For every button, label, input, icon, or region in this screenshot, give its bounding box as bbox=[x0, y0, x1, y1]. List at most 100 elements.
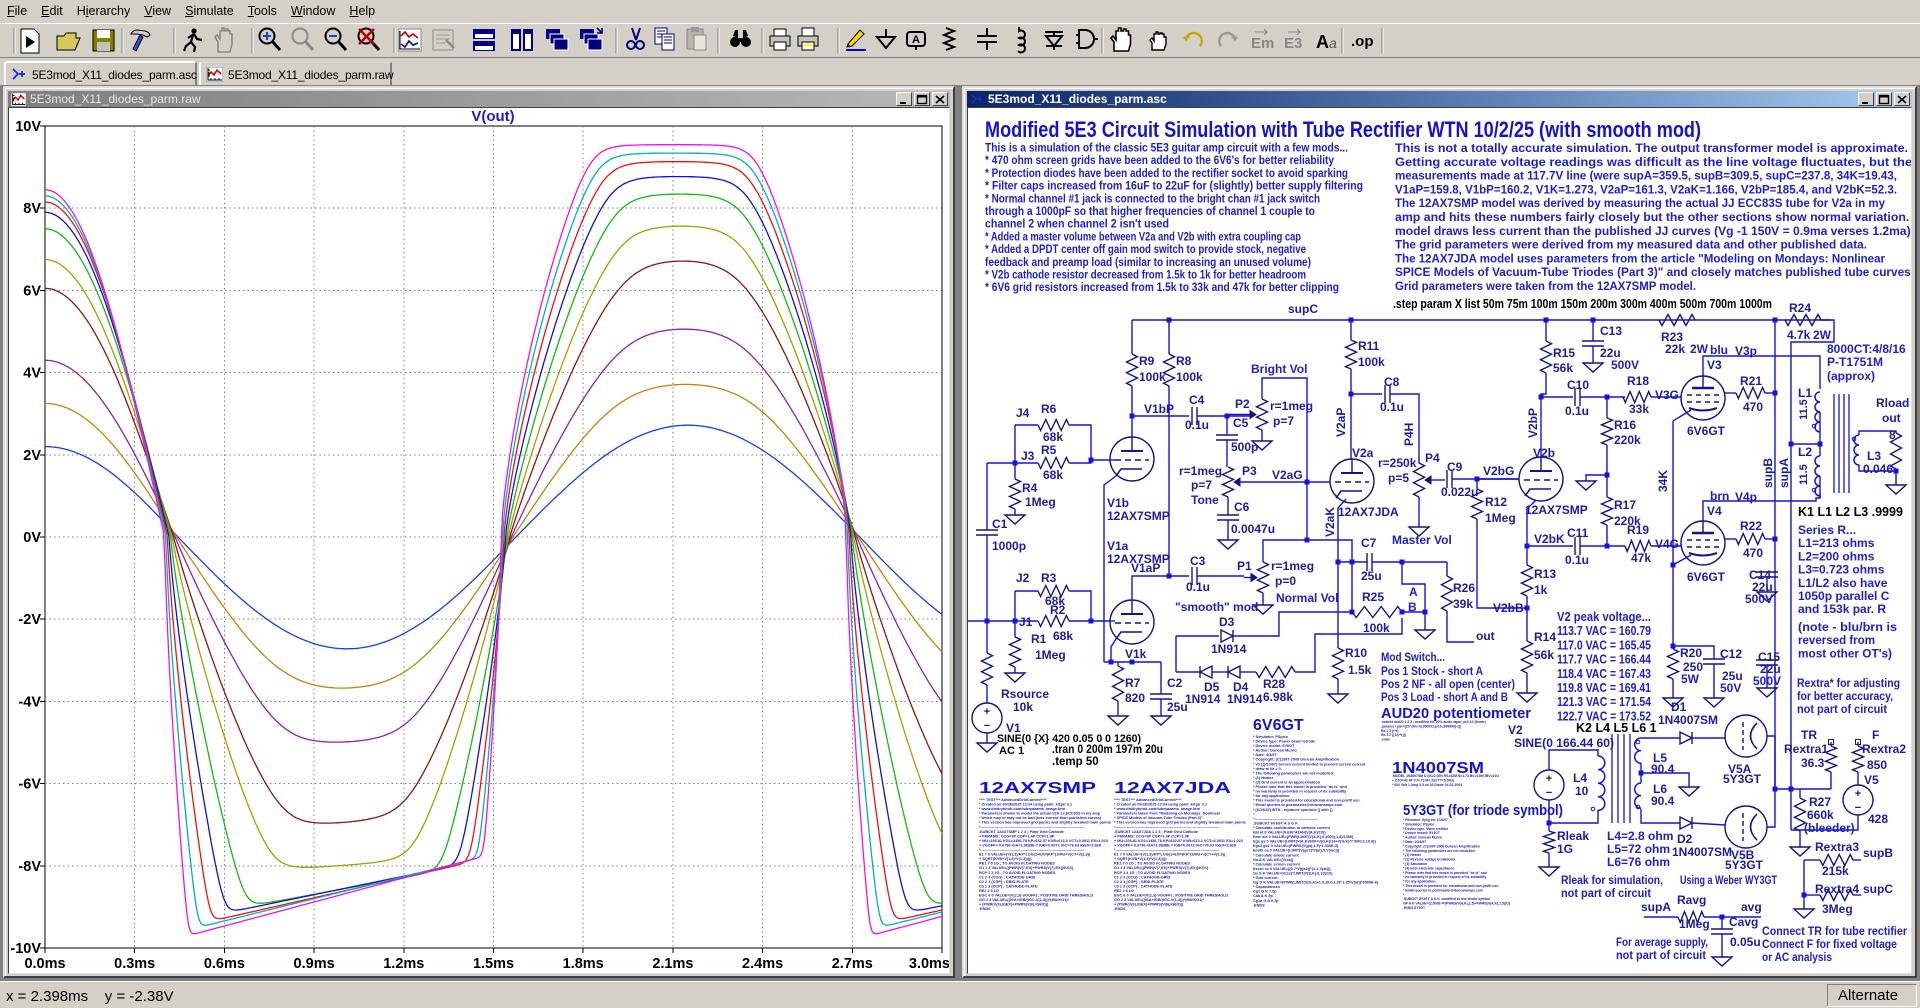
svg-text:* draw at Va = 0.: * draw at Va = 0. bbox=[1253, 767, 1282, 771]
svg-text:90.4: 90.4 bbox=[1651, 762, 1675, 776]
svg-text:Egs gs 0 VALUE={LIMIT(V(A,K): Egs gs 0 VALUE={LIMIT(V(A,K)/600+V(G,K)/… bbox=[1253, 840, 1376, 844]
svg-text:L1/L2 also have: L1/L2 also have bbox=[1798, 576, 1888, 590]
svg-text:J3: J3 bbox=[1021, 449, 1035, 463]
svg-text:+ PARAMS: CCG=3P CGP=1.4P CCP: + PARAMS: CCG=3P CGP=1.4P CCP=1.9P bbox=[1114, 834, 1190, 838]
svg-text:SINE(0 166.44 60): SINE(0 166.44 60) bbox=[1514, 736, 1614, 750]
svg-text:-6V: -6V bbox=[18, 777, 41, 793]
svg-text:215k: 215k bbox=[1822, 864, 1849, 878]
svg-text:supC: supC bbox=[1863, 882, 1893, 896]
svg-text:reversed from: reversed from bbox=[1798, 633, 1875, 647]
svg-text:2W: 2W bbox=[1690, 342, 1709, 356]
svg-text:+ VGOFF=-0.6796 IGA=1.9838E-7: + VGOFF=-0.6796 IGA=1.9838E-7 IGB=0.0672… bbox=[979, 844, 1101, 848]
svg-text:+ PARAMS: CCG=3P CGP=1.4P CCP: + PARAMS: CCG=3P CGP=1.4P CCP=1.9P bbox=[979, 834, 1055, 838]
svg-text:1Meg: 1Meg bbox=[1485, 511, 1516, 525]
svg-text:Getting accurate voltage readi: Getting accurate voltage readings was di… bbox=[1395, 157, 1912, 169]
svg-text:RE1 7 0 1G ; TO AVOID FLOATI: RE1 7 0 1G ; TO AVOID FLOATING NODES bbox=[979, 862, 1055, 866]
svg-text:Em: Em bbox=[1251, 35, 1274, 52]
svg-text:Pos 3 Load - short A and B: Pos 3 Load - short A and B bbox=[1381, 690, 1508, 704]
svg-text:and 153k par. R: and 153k par. R bbox=[1798, 602, 1886, 616]
svg-text:Rleak for simulation,: Rleak for simulation, bbox=[1561, 873, 1663, 887]
svg-text:5W: 5W bbox=[1681, 672, 1700, 686]
svg-text:1000p: 1000p bbox=[992, 539, 1026, 553]
svg-text:R9: R9 bbox=[1139, 354, 1155, 368]
svg-text:V5: V5 bbox=[1864, 773, 1879, 787]
svg-text:R18: R18 bbox=[1627, 374, 1649, 388]
svg-text:R16: R16 bbox=[1614, 418, 1636, 432]
svg-text:* Simulator: PSpice: * Simulator: PSpice bbox=[1403, 822, 1434, 826]
svg-text:R4: R4 bbox=[1022, 481, 1038, 495]
svg-text:1G: 1G bbox=[1557, 842, 1573, 856]
svg-text:supA: supA bbox=[1777, 458, 1791, 488]
svg-text:33k: 33k bbox=[1629, 402, 1649, 416]
svg-text:.SUBCKT 12AX7JDA 1 2 3 ; Plat: .SUBCKT 12AX7JDA 1 2 3 ; Plate Grid Cath… bbox=[1114, 830, 1198, 834]
svg-text:P3: P3 bbox=[1242, 464, 1257, 478]
svg-text:12AX7SMP: 12AX7SMP bbox=[979, 780, 1096, 797]
svg-text:* Please note that this model: * Please note that this model is provide… bbox=[1403, 871, 1487, 875]
svg-text:0.6ms: 0.6ms bbox=[204, 956, 245, 972]
svg-text:R27: R27 bbox=[1809, 795, 1831, 809]
svg-text:V2aK: V2aK bbox=[1323, 507, 1337, 537]
svg-text:V1k: V1k bbox=[1125, 647, 1147, 661]
svg-text:D3: D3 bbox=[1219, 615, 1235, 629]
svg-text:channel 2 when channel 2 isn't: channel 2 when channel 2 isn't used bbox=[985, 219, 1169, 231]
svg-text:* Created on 09/28/2025 13:04: * Created on 09/28/2025 13:04 using pain… bbox=[1114, 803, 1207, 807]
svg-text:68k: 68k bbox=[1043, 468, 1063, 482]
svg-text:1k: 1k bbox=[1534, 583, 1548, 597]
svg-text:* V2 [Q/10/97] Screen current: * V2 [Q/10/97] Screen current limited to… bbox=[1253, 762, 1366, 766]
svg-text:Ecath ca 0 VALUE={LIMIT(V(gs2: Ecath ca 0 VALUE={LIMIT(V(gs2)*V(at),0,V… bbox=[1253, 849, 1340, 853]
svg-text:25u: 25u bbox=[1361, 569, 1382, 583]
svg-text:C2 2 1 {CGP} ; GRID-PLATE: C2 2 1 {CGP} ; GRID-PLATE bbox=[979, 880, 1029, 884]
svg-text:R10: R10 bbox=[1345, 646, 1367, 660]
svg-text:model draws less current than: model draws less current than the publis… bbox=[1395, 226, 1912, 238]
svg-text:L1=213 ohms: L1=213 ohms bbox=[1798, 536, 1875, 550]
svg-text:+ CJO=42.4P VJ=.73 M=.333 TT=5: + CJO=42.4P VJ=.73 M=.333 TT=5.04U) bbox=[1392, 778, 1454, 782]
svg-text:A: A bbox=[1409, 585, 1418, 599]
svg-text:C3 1 3 {CCP} ; CATHODE-PLATE: C3 1 3 {CCP} ; CATHODE-PLATE bbox=[979, 884, 1038, 888]
svg-text:.op: .op bbox=[1351, 33, 1374, 50]
svg-text:Pos 1 Stock - short A: Pos 1 Stock - short A bbox=[1381, 664, 1483, 678]
svg-text:Bright Vol: Bright Vol bbox=[1251, 362, 1307, 376]
svg-text:+ (PWR(V(6),IGEX)+PWRS(V(6),IG: + (PWR(V(6),IGEX)+PWRS(V(6),IGEX))} bbox=[979, 903, 1049, 907]
svg-text:* Filter caps increased from 1: * Filter caps increased from 16uF to 22u… bbox=[985, 181, 1363, 193]
svg-text:-10V: -10V bbox=[10, 941, 41, 957]
svg-text:* Author: Duncan Munro: * Author: Duncan Munro bbox=[1403, 836, 1442, 840]
svg-text:* Parameters shown to model th: * Parameters shown to model the actual V… bbox=[979, 812, 1101, 816]
svg-text:L5=72 ohm: L5=72 ohm bbox=[1607, 842, 1670, 856]
svg-text:* 6V6 grid resistors increased: * 6V6 grid resistors increased from 1.5k… bbox=[985, 282, 1339, 294]
svg-text:most other OT's): most other OT's) bbox=[1798, 646, 1892, 660]
svg-text:1.5ms: 1.5ms bbox=[473, 956, 514, 972]
svg-text:K2 L4 L5 L6 1: K2 L4 L5 L6 1 bbox=[1576, 721, 1657, 735]
svg-text:* Please note that this model: * Please note that this model is provide… bbox=[1253, 785, 1348, 789]
svg-text:Gg G K VALUE={PWR(LIMIT(V(: Gg G K VALUE={PWR(LIMIT(V(G,K)+1.0,10.0,… bbox=[1253, 881, 1379, 885]
svg-text:RCP 1 3 1G ; TO AVOID FLOATI: RCP 1 3 1G ; TO AVOID FLOATING NODES bbox=[1114, 871, 1191, 875]
svg-text:C3 1 3 {CCP} ; CATHODE-PLATE: C3 1 3 {CCP} ; CATHODE-PLATE bbox=[1114, 884, 1173, 888]
svg-text:V2bG: V2bG bbox=[1483, 464, 1514, 478]
svg-text:R5: R5 bbox=[1041, 443, 1057, 457]
svg-text:34K: 34K bbox=[1656, 470, 1670, 492]
svg-text:supB: supB bbox=[1863, 846, 1893, 860]
svg-text:R3: R3 bbox=[1041, 571, 1057, 585]
svg-text:V3p: V3p bbox=[1735, 344, 1757, 358]
svg-text:Master Vol: Master Vol bbox=[1392, 533, 1452, 547]
svg-text:100k: 100k bbox=[1358, 355, 1385, 369]
svg-text:The 12AX7SMP model was derived: The 12AX7SMP model was derived by measur… bbox=[1395, 198, 1886, 210]
svg-text:EGC 6 0 VALUE={V(2,3)-VGOFF} ;: EGC 6 0 VALUE={V(2,3)-VGOFF} ; POSITIVE … bbox=[1114, 894, 1228, 898]
svg-text:6V6GT: 6V6GT bbox=[1687, 424, 1726, 438]
svg-text:Normal Vol: Normal Vol bbox=[1276, 591, 1338, 605]
svg-text:Rload: Rload bbox=[1876, 396, 1909, 410]
svg-text:* Copyright: (C)1997-2008: * Copyright: (C)1997-2008 Duncan Amplifi… bbox=[1253, 758, 1340, 762]
svg-text:p=0: p=0 bbox=[1275, 574, 1296, 588]
svg-text:6.98k: 6.98k bbox=[1263, 690, 1293, 704]
svg-text:p=5: p=5 bbox=[1388, 471, 1409, 485]
svg-text:0.046: 0.046 bbox=[1863, 462, 1893, 476]
svg-text:avg: avg bbox=[1741, 900, 1762, 914]
svg-text:for better accuracy,: for better accuracy, bbox=[1797, 689, 1893, 703]
svg-text:Cak A K 9p: Cak A K 9p bbox=[1253, 894, 1273, 898]
svg-text:For average supply,: For average supply, bbox=[1616, 935, 1708, 949]
svg-text:* Device type: Power beam te: * Device type: Power beam tetrode bbox=[1253, 740, 1315, 744]
svg-text:2.4ms: 2.4ms bbox=[742, 956, 783, 972]
svg-text:* Email queries to postmaster@: * Email queries to postmaster@duncanamps… bbox=[1403, 888, 1483, 892]
svg-text:500p: 500p bbox=[1231, 440, 1258, 454]
svg-text:68k: 68k bbox=[1043, 430, 1063, 444]
svg-text:* no warranty is provided in r: * no warranty is provided in respect of … bbox=[1253, 790, 1347, 794]
